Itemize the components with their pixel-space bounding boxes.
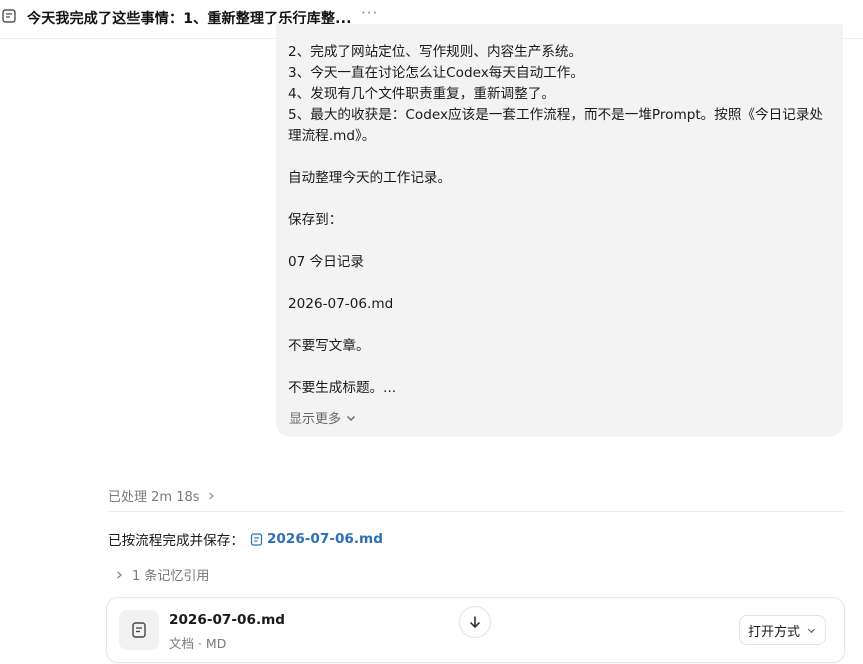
open-with-label: 打开方式	[748, 624, 801, 640]
user-message-bubble: 2、完成了网站定位、写作规则、内容生产系统。 3、今天一直在讨论怎么让Codex每…	[276, 24, 843, 437]
show-more-label: 显示更多	[289, 412, 342, 427]
more-options-icon[interactable]: ···	[361, 4, 378, 22]
processed-toggle[interactable]: 已处理 2m 18s	[108, 486, 216, 505]
document-icon	[2, 9, 16, 23]
file-icon	[250, 532, 263, 546]
message-line: 保存到：	[288, 212, 343, 228]
memory-label: 1 条记忆引用	[132, 569, 210, 584]
file-card[interactable]: 2026-07-06.md 文档 · MD 打开方式	[106, 597, 845, 663]
message-line: 5、最大的收获是：Codex应该是一套工作流程，而不是一堆Prompt。按照《今…	[288, 107, 824, 123]
file-card-name: 2026-07-06.md	[169, 612, 286, 628]
file-link-label: 2026-07-06.md	[266, 531, 383, 547]
message-line: 自动整理今天的工作记录。	[288, 170, 452, 186]
chevron-down-icon	[347, 415, 356, 421]
message-line: 不要写文章。	[288, 338, 370, 354]
file-card-meta: 文档 · MD	[169, 636, 227, 651]
result-prefix: 已按流程完成并保存：	[108, 533, 244, 549]
chevron-right-icon	[208, 492, 214, 499]
message-line: 07 今日记录	[288, 254, 364, 270]
document-icon	[132, 622, 146, 638]
arrow-down-icon	[469, 616, 481, 629]
open-with-button[interactable]: 打开方式	[739, 615, 827, 645]
file-card-icon	[119, 610, 159, 650]
chevron-right-icon	[117, 571, 122, 578]
message-line: 4、发现有几个文件职责重复，重新调整了。	[288, 86, 555, 102]
message-line: 理流程.md》。	[288, 128, 376, 144]
memory-reference-toggle[interactable]: 1 条记忆引用	[114, 565, 209, 584]
result-line: 已按流程完成并保存： 2026-07-06.md	[108, 529, 383, 549]
show-more-button[interactable]: 显示更多	[289, 408, 357, 427]
divider	[108, 511, 843, 512]
message-text: 2、完成了网站定位、写作规则、内容生产系统。 3、今天一直在讨论怎么让Codex每…	[288, 42, 838, 399]
message-line: 不要生成标题。...	[288, 380, 397, 396]
chevron-down-icon	[807, 628, 816, 633]
download-button[interactable]	[459, 606, 491, 638]
message-line: 3、今天一直在讨论怎么让Codex每天自动工作。	[288, 65, 584, 81]
processed-label: 已处理 2m 18s	[108, 490, 200, 505]
message-line: 2、完成了网站定位、写作规则、内容生产系统。	[288, 44, 583, 60]
file-link[interactable]: 2026-07-06.md	[250, 531, 383, 547]
message-line: 2026-07-06.md	[288, 296, 394, 312]
